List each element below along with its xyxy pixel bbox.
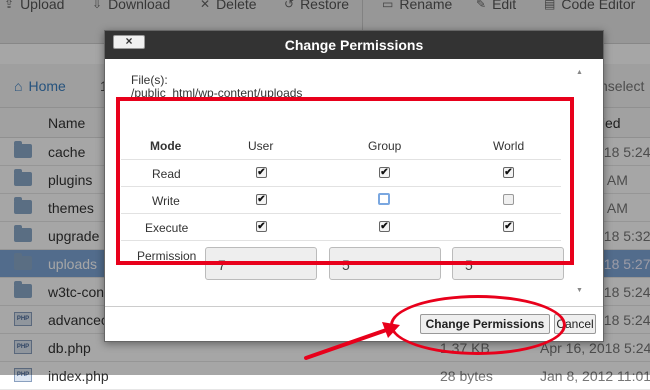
permission-world-field[interactable]: 5: [452, 247, 564, 280]
permissions-header-row: Mode User Group World: [121, 133, 561, 160]
files-label: File(s):: [131, 73, 168, 87]
header-group: Group: [368, 139, 402, 153]
execute-world-checkbox[interactable]: ✔: [503, 221, 514, 232]
dialog-scrollbar[interactable]: ▲ ▼: [573, 69, 587, 297]
execute-group-checkbox[interactable]: ✔: [379, 221, 390, 232]
dialog-title: Change Permissions: [284, 37, 424, 53]
permission-row-execute: Execute ✔ ✔ ✔: [121, 214, 561, 241]
dialog-body: File(s): /public_html/wp-content/uploads…: [105, 59, 603, 307]
header-user: User: [248, 139, 274, 153]
mode-label: Write: [152, 194, 180, 208]
mode-label: Execute: [145, 221, 189, 235]
files-path: /public_html/wp-content/uploads: [131, 86, 303, 100]
read-user-checkbox[interactable]: ✔: [256, 167, 267, 178]
change-permissions-dialog: × Change Permissions File(s): /public_ht…: [104, 30, 604, 342]
permission-row-write: Write ✔: [121, 187, 561, 214]
cancel-button[interactable]: Cancel: [554, 314, 596, 334]
write-world-checkbox[interactable]: [503, 194, 514, 205]
read-world-checkbox[interactable]: ✔: [503, 167, 514, 178]
header-mode: Mode: [150, 139, 182, 153]
header-world: World: [493, 139, 525, 153]
mode-label: Read: [152, 167, 181, 181]
scroll-down-icon[interactable]: ▼: [576, 287, 583, 294]
execute-user-checkbox[interactable]: ✔: [256, 221, 267, 232]
scroll-up-icon[interactable]: ▲: [576, 69, 583, 76]
write-group-checkbox[interactable]: [378, 193, 390, 205]
permission-user-field[interactable]: 7: [205, 247, 317, 280]
annotation-arrow-icon: [304, 322, 400, 360]
permission-world-value: 5: [465, 257, 473, 273]
change-permissions-button[interactable]: Change Permissions: [420, 314, 550, 334]
read-group-checkbox[interactable]: ✔: [379, 167, 390, 178]
permission-row-read: Read ✔ ✔ ✔: [121, 160, 561, 187]
permission-user-value: 7: [218, 257, 226, 273]
permission-group-value: 5: [342, 257, 350, 273]
permission-label: Permission: [137, 249, 197, 263]
dialog-titlebar: × Change Permissions: [105, 31, 603, 59]
write-user-checkbox[interactable]: ✔: [256, 194, 267, 205]
permission-group-field[interactable]: 5: [329, 247, 441, 280]
